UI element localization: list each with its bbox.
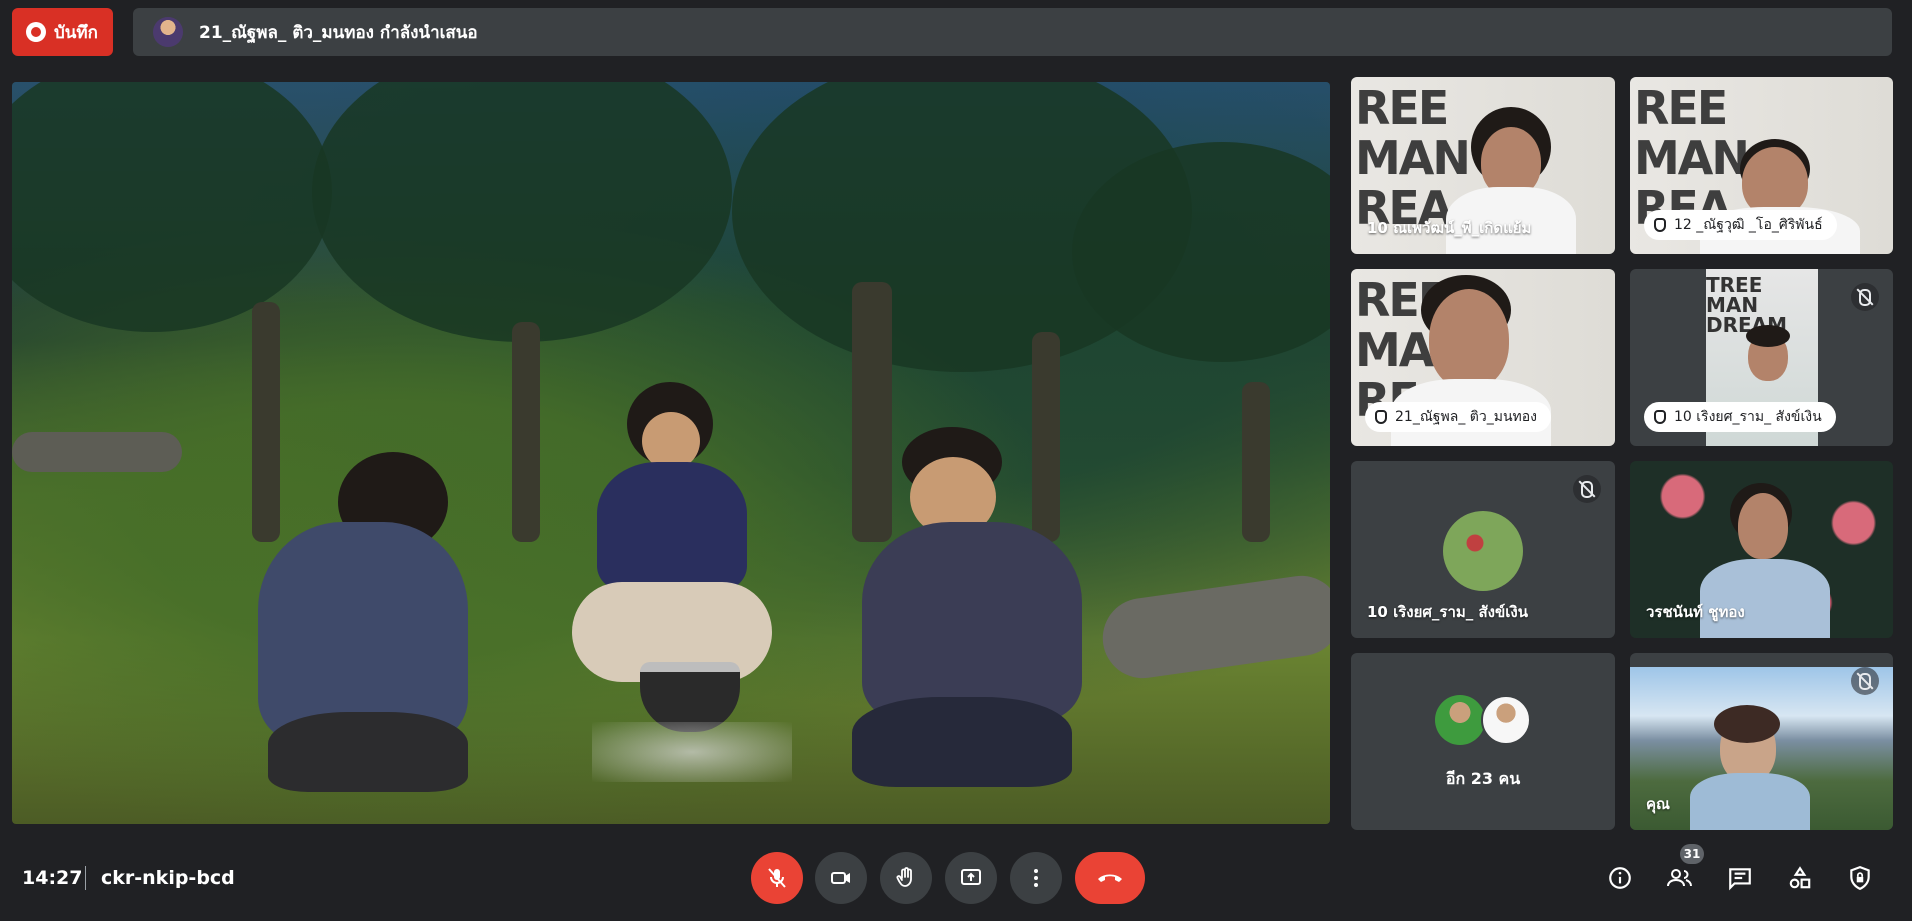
person-right bbox=[842, 427, 1102, 807]
presentation-stage[interactable] bbox=[12, 82, 1330, 824]
activities-button[interactable] bbox=[1786, 864, 1814, 892]
people-button[interactable] bbox=[1666, 864, 1694, 892]
participant-name: คุณ bbox=[1646, 795, 1670, 813]
avatar bbox=[1435, 695, 1485, 745]
host-controls-icon bbox=[1850, 866, 1870, 891]
people-icon bbox=[1667, 869, 1692, 887]
tree-trunk bbox=[512, 322, 540, 543]
log bbox=[1097, 570, 1330, 684]
self-tile[interactable]: คุณ bbox=[1630, 653, 1893, 830]
participant-tile[interactable]: วรชนันท์ ชูทอง bbox=[1630, 461, 1893, 638]
raise-hand-icon bbox=[1654, 410, 1666, 424]
record-button[interactable]: บันทึก bbox=[12, 8, 113, 56]
raise-hand-button[interactable] bbox=[880, 852, 932, 904]
mic-toggle-button[interactable] bbox=[751, 852, 803, 904]
participant-tile[interactable]: REE MAN REA 10 ณเพวัฒน์_พี_เกิดแย้ม bbox=[1351, 77, 1615, 254]
more-participants-label: อีก 23 คน bbox=[1445, 769, 1521, 788]
mic-off-icon bbox=[1851, 283, 1879, 311]
leave-call-button[interactable] bbox=[1075, 852, 1145, 904]
participant-tile[interactable]: REEMANREA 21_ณัฐพล_ ติว_มนทอง bbox=[1351, 269, 1615, 446]
participant-name: 10 ณเพวัฒน์_พี_เกิดแย้ม bbox=[1367, 219, 1532, 237]
activities-icon bbox=[1789, 866, 1811, 889]
meet-window: บันทึก 21_ณัฐพล_ ติว_มนทอง กำลังนำเสนอ R… bbox=[0, 0, 1912, 921]
participant-name-pill: 10 เริงยศ_ราม_ สังข์เงิน bbox=[1644, 402, 1836, 432]
participants-count-badge: 31 bbox=[1680, 844, 1704, 864]
more-icon bbox=[1034, 869, 1038, 887]
tree-trunk bbox=[1242, 382, 1270, 543]
participant-name: 10 เริงยศ_ราม_ สังข์เงิน bbox=[1367, 603, 1528, 621]
record-icon bbox=[26, 22, 46, 42]
divider bbox=[85, 866, 86, 890]
participant-name: วรชนันท์ ชูทอง bbox=[1646, 603, 1745, 621]
participant-name-pill: 21_ณัฐพล_ ติว_มนทอง bbox=[1365, 402, 1552, 432]
presenter-banner[interactable]: 21_ณัฐพล_ ติว_มนทอง กำลังนำเสนอ bbox=[133, 8, 1892, 56]
camera-toggle-button[interactable] bbox=[815, 852, 867, 904]
avatar bbox=[1443, 511, 1523, 591]
camera-icon bbox=[831, 872, 850, 884]
participant-name: 12 _ณัฐวุฒิ _โอ_ศิริพันธ์ bbox=[1674, 217, 1823, 233]
person-left bbox=[248, 442, 488, 802]
info-icon bbox=[1609, 867, 1631, 889]
hangup-icon bbox=[1098, 874, 1122, 882]
chat-icon bbox=[1729, 868, 1751, 891]
raise-hand-icon bbox=[1654, 218, 1666, 232]
meeting-clock: 14:27 bbox=[22, 867, 83, 889]
chat-button[interactable] bbox=[1726, 864, 1754, 892]
participant-tile[interactable]: 10 เริงยศ_ราม_ สังข์เงิน bbox=[1351, 461, 1615, 638]
log bbox=[12, 432, 182, 472]
raise-hand-icon bbox=[1375, 410, 1387, 424]
more-participants-tile[interactable]: อีก 23 คน bbox=[1351, 653, 1615, 830]
participant-name-pill: 12 _ณัฐวุฒิ _โอ_ศิริพันธ์ bbox=[1644, 210, 1837, 240]
participant-name: 21_ณัฐพล_ ติว_มนทอง bbox=[1395, 409, 1538, 425]
raise-hand-icon bbox=[896, 867, 912, 887]
meeting-code: ckr-nkip-bcd bbox=[101, 867, 235, 889]
present-button[interactable] bbox=[945, 852, 997, 904]
campfire-smoke bbox=[592, 722, 792, 782]
host-controls-button[interactable] bbox=[1846, 864, 1874, 892]
mic-off-icon bbox=[1851, 667, 1879, 695]
record-label: บันทึก bbox=[54, 22, 98, 43]
participant-tile[interactable]: REE MAN REA 12 _ณัฐวุฒิ _โอ_ศิริพันธ์ bbox=[1630, 77, 1893, 254]
meeting-details-button[interactable] bbox=[1606, 864, 1634, 892]
presenter-text: 21_ณัฐพล_ ติว_มนทอง กำลังนำเสนอ bbox=[199, 22, 478, 43]
mic-off-icon bbox=[768, 868, 786, 888]
more-options-button[interactable] bbox=[1010, 852, 1062, 904]
participant-tile[interactable]: TREE MAN DREAM 10 เริงยศ_ราม_ สังข์เงิน bbox=[1630, 269, 1893, 446]
avatar bbox=[1481, 695, 1531, 745]
mic-off-icon bbox=[1573, 475, 1601, 503]
present-icon bbox=[961, 869, 981, 885]
presenter-avatar bbox=[153, 17, 183, 47]
participant-name: 10 เริงยศ_ราม_ สังข์เงิน bbox=[1674, 409, 1822, 425]
